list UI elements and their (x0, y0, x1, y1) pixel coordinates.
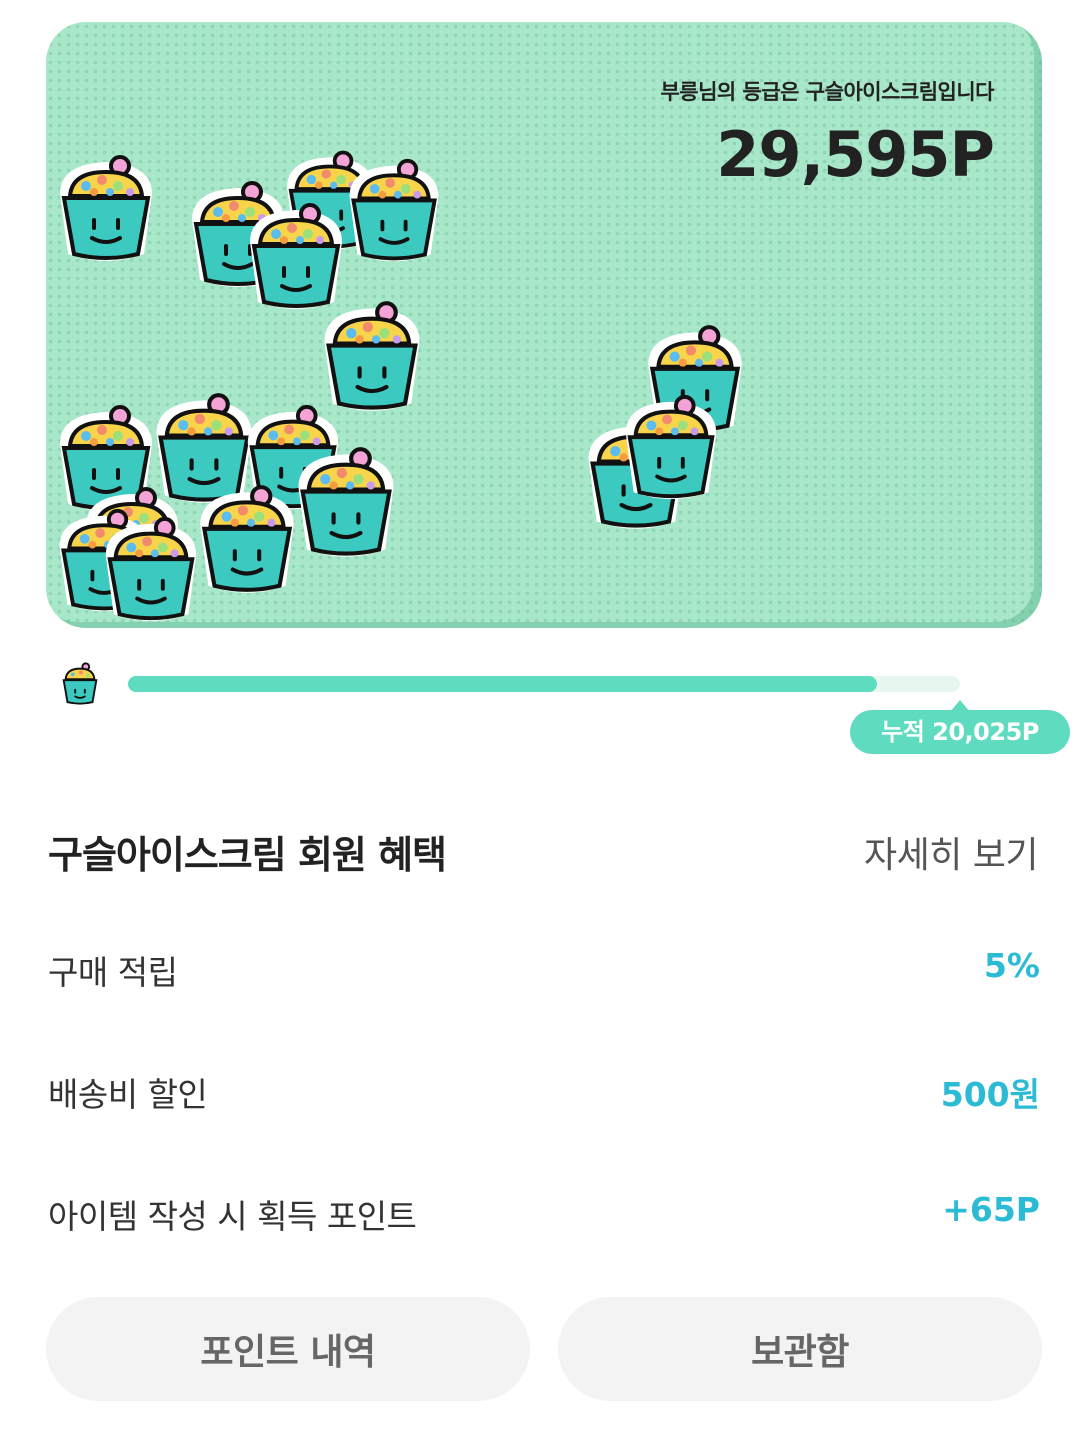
grade-text: 부릉님의 등급은 구슬아이스크림입니다 (660, 80, 994, 104)
benefit-value: +65P (942, 1190, 1040, 1229)
grade-progress-fill (128, 676, 877, 692)
grade-progress-bar (128, 676, 960, 692)
ice-cream-cup-icon (46, 150, 166, 270)
ice-cream-cup-icon (56, 660, 104, 708)
grade-card: 부릉님의 등급은 구슬아이스크림입니다 29,595P (46, 22, 1042, 628)
benefit-value: 5% (983, 946, 1040, 985)
badge-pointer (950, 700, 970, 712)
storage-button[interactable]: 보관함 (558, 1297, 1042, 1401)
benefit-row-shipping-discount: 배송비 할인 500원 (48, 1068, 1040, 1118)
benefit-label: 구매 적립 (48, 953, 178, 992)
cumulative-points-label: 누적 20,025P (881, 718, 1039, 746)
ice-cream-cup-icon (92, 512, 210, 628)
view-details-link[interactable]: 자세히 보기 (864, 826, 1039, 878)
benefit-label: 배송비 할인 (48, 1075, 208, 1114)
grade-page: 부릉님의 등급은 구슬아이스크림입니다 29,595P 누적 20,025P 구… (0, 0, 1088, 1440)
benefit-label: 아이템 작성 시 획득 포인트 (48, 1197, 417, 1236)
points-total: 29,595P (716, 118, 995, 191)
benefit-row-purchase-reward: 구매 적립 5% (48, 946, 1040, 996)
point-history-button[interactable]: 포인트 내역 (46, 1297, 530, 1401)
benefits-title: 구슬아이스크림 회원 혜택 (48, 833, 447, 877)
grade-card-background: 부릉님의 등급은 구슬아이스크림입니다 29,595P (46, 22, 1042, 628)
ice-cream-cup-icon (612, 390, 730, 508)
benefit-row-item-points: 아이템 작성 시 획득 포인트 +65P (48, 1190, 1040, 1240)
benefit-value: 500원 (940, 1075, 1040, 1114)
cumulative-points-badge: 누적 20,025P (850, 700, 1070, 754)
